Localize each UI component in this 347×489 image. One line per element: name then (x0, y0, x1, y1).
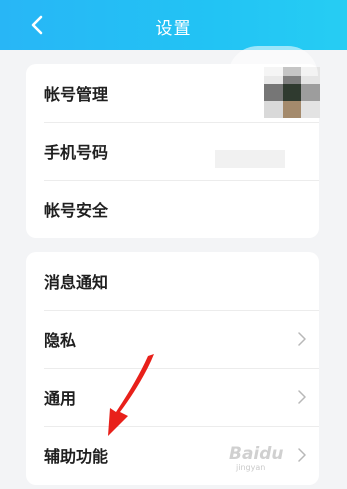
watermark-subtext: jingyan (236, 463, 266, 472)
row-account-security[interactable]: 帐号安全 (26, 180, 319, 238)
row-label: 隐私 (44, 331, 77, 350)
chevron-right-icon (298, 448, 306, 462)
row-label: 帐号管理 (44, 85, 109, 104)
annotation-arrow-icon (108, 354, 154, 436)
row-label: 辅助功能 (44, 447, 109, 466)
row-label: 通用 (44, 389, 77, 408)
top-nav-bar: 设置 (0, 0, 347, 50)
row-label: 消息通知 (44, 273, 109, 292)
chevron-right-icon (298, 390, 306, 404)
ghost-overlay (215, 150, 285, 168)
row-label: 手机号码 (44, 143, 109, 162)
watermark-text: Baidu (229, 444, 284, 464)
ghost-overlay (228, 46, 318, 76)
row-label: 帐号安全 (44, 201, 109, 220)
row-notifications[interactable]: 消息通知 (26, 252, 319, 310)
page-title: 设置 (155, 19, 192, 39)
row-privacy[interactable]: 隐私 (26, 310, 319, 368)
row-general[interactable]: 通用 (26, 368, 319, 426)
chevron-right-icon (298, 332, 306, 346)
